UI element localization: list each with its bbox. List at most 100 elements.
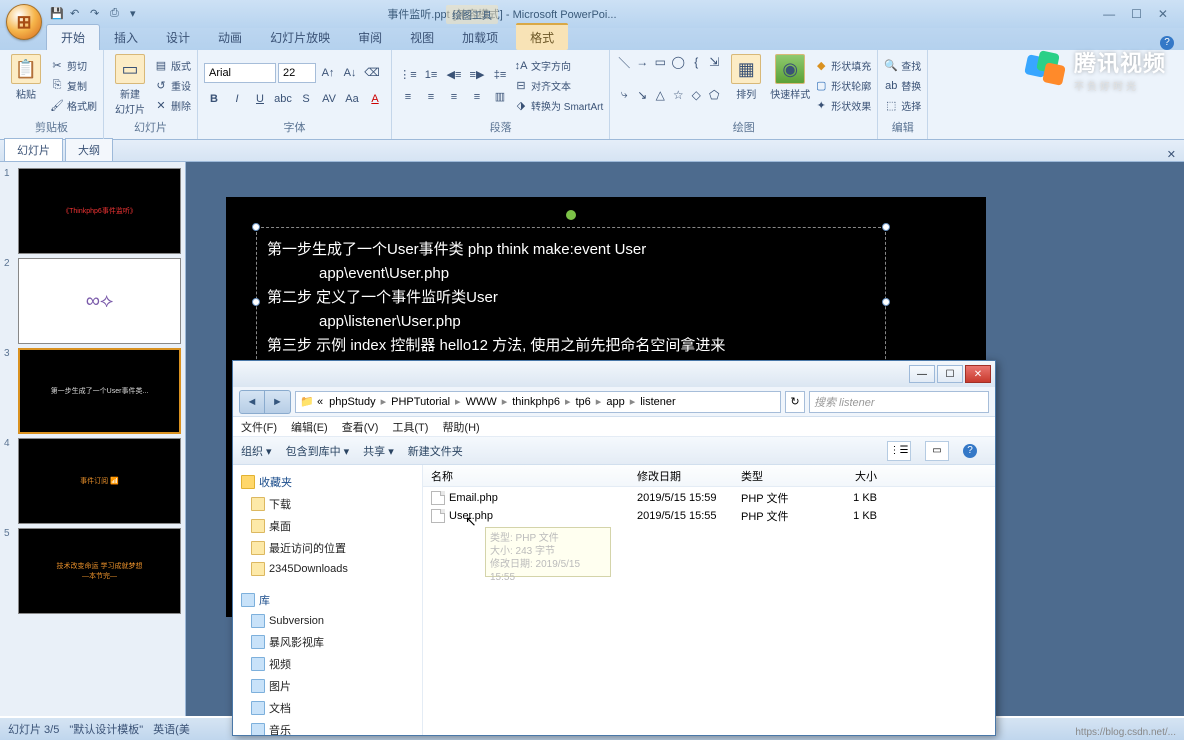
panel-close-icon[interactable]: ✕ [1167, 148, 1176, 161]
strike-icon[interactable]: abc [273, 89, 293, 109]
tab-anim[interactable]: 动画 [204, 25, 256, 50]
menu-view[interactable]: 查看(V) [342, 419, 379, 434]
select-button[interactable]: ⬚选择 [884, 97, 921, 115]
tab-review[interactable]: 审阅 [344, 25, 396, 50]
paste-button[interactable]: 📋粘贴 [6, 54, 46, 117]
redo-icon[interactable]: ↷ [90, 7, 104, 21]
tab-addin[interactable]: 加载项 [448, 25, 512, 50]
resize-handle[interactable] [252, 223, 260, 231]
menu-help[interactable]: 帮助(H) [442, 419, 479, 434]
slide-thumb-3[interactable]: 第一步生成了一个User事件类... [18, 348, 181, 434]
bold-icon[interactable]: B [204, 89, 224, 109]
font-color-icon[interactable]: A [365, 89, 385, 109]
share-button[interactable]: 共享 ▾ [363, 443, 394, 459]
refresh-button[interactable]: ↻ [785, 391, 805, 413]
undo-icon[interactable]: ↶ [70, 7, 84, 21]
tab-insert[interactable]: 插入 [100, 25, 152, 50]
resize-handle[interactable] [252, 298, 260, 306]
maximize-icon[interactable]: ☐ [1131, 7, 1142, 21]
menu-tools[interactable]: 工具(T) [392, 419, 428, 434]
quick-styles-button[interactable]: ◉快速样式 [770, 54, 810, 117]
thumbnail-panel[interactable]: 1《Thinkphp6事件监听》 2∞⟡ 3第一步生成了一个User事件类...… [0, 162, 186, 716]
shape-outline-button[interactable]: ▢形状轮廓 [814, 77, 871, 95]
help-icon[interactable]: ? [963, 444, 977, 458]
minimize-button[interactable]: — [909, 365, 935, 383]
menu-file[interactable]: 文件(F) [241, 419, 277, 434]
breadcrumb[interactable]: 📁 « phpStudy▸ PHPTutorial▸ WWW▸ thinkphp… [295, 391, 781, 413]
maximize-button[interactable]: ☐ [937, 365, 963, 383]
slide-thumb-1[interactable]: 《Thinkphp6事件监听》 [18, 168, 181, 254]
search-input[interactable]: 搜索 listener [809, 391, 989, 413]
tab-design[interactable]: 设计 [152, 25, 204, 50]
shadow-icon[interactable]: S [296, 89, 316, 109]
slide-thumb-5[interactable]: 技术改变命运 学习成就梦想 —本节完— [18, 528, 181, 614]
qat-dropdown-icon[interactable]: ▾ [130, 7, 144, 21]
bullets-icon[interactable]: ⋮≡ [398, 65, 418, 85]
close-button[interactable]: ✕ [965, 365, 991, 383]
explorer-tree[interactable]: 收藏夹 下载 桌面 最近访问的位置 2345Downloads 库 Subver… [233, 465, 423, 735]
format-painter-button[interactable]: 🖌格式刷 [50, 97, 97, 115]
file-row[interactable]: Email.php 2019/5/15 15:59 PHP 文件 1 KB [423, 489, 995, 507]
smartart-button[interactable]: ⬗转换为 SmartArt [514, 97, 603, 115]
align-right-icon[interactable]: ≡ [444, 87, 464, 107]
numbering-icon[interactable]: 1≡ [421, 65, 441, 85]
col-size[interactable]: 大小 [829, 468, 885, 484]
shrink-font-icon[interactable]: A↓ [340, 63, 360, 83]
replace-button[interactable]: ab替换 [884, 77, 921, 95]
forward-button[interactable]: ► [265, 390, 291, 414]
find-button[interactable]: 🔍查找 [884, 57, 921, 75]
delete-button[interactable]: ✕删除 [154, 97, 191, 115]
list-header[interactable]: 名称 修改日期 类型 大小 [423, 465, 995, 487]
italic-icon[interactable]: I [227, 89, 247, 109]
rotate-handle[interactable] [566, 210, 576, 220]
shape-fill-button[interactable]: ◆形状填充 [814, 57, 871, 75]
tab-slideshow[interactable]: 幻灯片放映 [256, 25, 344, 50]
tab-format[interactable]: 格式 [516, 23, 568, 50]
print-icon[interactable]: ⎙ [110, 7, 124, 21]
font-name-input[interactable] [204, 63, 276, 83]
new-slide-button[interactable]: ▭新建 幻灯片 [110, 54, 150, 117]
tab-home[interactable]: 开始 [46, 24, 100, 50]
organize-button[interactable]: 组织 ▾ [241, 443, 272, 459]
menu-edit[interactable]: 编辑(E) [291, 419, 328, 434]
tab-slides[interactable]: 幻灯片 [4, 138, 63, 161]
col-name[interactable]: 名称 [423, 468, 629, 484]
case-icon[interactable]: Aa [342, 89, 362, 109]
tab-view[interactable]: 视图 [396, 25, 448, 50]
text-direction-button[interactable]: ↕A文字方向 [514, 57, 603, 75]
shape-effects-button[interactable]: ✦形状效果 [814, 97, 871, 115]
col-type[interactable]: 类型 [733, 468, 829, 484]
indent-dec-icon[interactable]: ◀≡ [444, 65, 464, 85]
grow-font-icon[interactable]: A↑ [318, 63, 338, 83]
columns-icon[interactable]: ▥ [490, 87, 510, 107]
cut-button[interactable]: ✂剪切 [50, 57, 97, 75]
align-left-icon[interactable]: ≡ [398, 87, 418, 107]
save-icon[interactable]: 💾 [50, 7, 64, 21]
view-mode-button[interactable]: ⋮☰ [887, 441, 911, 461]
resize-handle[interactable] [882, 223, 890, 231]
underline-icon[interactable]: U [250, 89, 270, 109]
explorer-titlebar[interactable]: — ☐ ✕ [233, 361, 995, 387]
tab-outline[interactable]: 大纲 [65, 138, 113, 161]
include-lib-button[interactable]: 包含到库中 ▾ [286, 443, 350, 459]
preview-pane-button[interactable]: ▭ [925, 441, 949, 461]
slide-thumb-4[interactable]: 事件订阅 📶 [18, 438, 181, 524]
arrange-button[interactable]: ▦排列 [726, 54, 766, 117]
spacing-icon[interactable]: AV [319, 89, 339, 109]
resize-handle[interactable] [882, 298, 890, 306]
minimize-icon[interactable]: — [1103, 7, 1115, 21]
shapes-gallery[interactable]: ＼→▭◯{⇲ ⤷↘△☆◇⬠ [616, 54, 722, 117]
clear-format-icon[interactable]: ⌫ [362, 63, 382, 83]
copy-button[interactable]: ⎘复制 [50, 77, 97, 95]
office-button[interactable]: ⊞ [6, 4, 42, 40]
layout-button[interactable]: ▤版式 [154, 57, 191, 75]
back-button[interactable]: ◄ [239, 390, 265, 414]
justify-icon[interactable]: ≡ [467, 87, 487, 107]
content-textbox[interactable]: 第一步生成了一个User事件类 php think make:event Use… [256, 227, 886, 369]
align-center-icon[interactable]: ≡ [421, 87, 441, 107]
close-icon[interactable]: ✕ [1158, 7, 1168, 21]
file-row[interactable]: User.php 2019/5/15 15:55 PHP 文件 1 KB [423, 507, 995, 525]
line-spacing-icon[interactable]: ‡≡ [490, 65, 510, 85]
slide-thumb-2[interactable]: ∞⟡ [18, 258, 181, 344]
align-text-button[interactable]: ⊟对齐文本 [514, 77, 603, 95]
